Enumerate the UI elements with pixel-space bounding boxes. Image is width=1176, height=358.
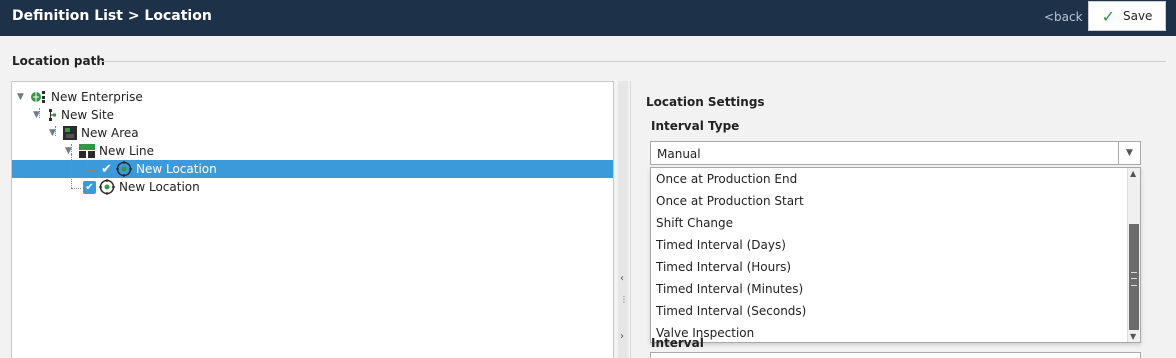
scrollbar-grip-icon [1131, 272, 1137, 286]
collapse-icon[interactable]: ▼ [49, 128, 59, 138]
dropdown-option[interactable]: Timed Interval (Hours) [656, 256, 791, 278]
tree-item-line[interactable]: ▼ New Line [65, 142, 154, 160]
tree-item-label: New Area [81, 126, 139, 140]
expand-right-icon[interactable]: › [620, 331, 624, 342]
location-icon [99, 179, 115, 195]
collapse-left-icon[interactable]: ‹ [620, 273, 624, 284]
tree-item-location[interactable]: ✔ New Location [83, 178, 200, 196]
scroll-down-icon[interactable]: ▼ [1130, 332, 1136, 341]
tree-item-label: New Site [61, 108, 115, 122]
dropdown-scrollbar[interactable]: ▲ ▼ [1127, 168, 1140, 342]
dropdown-option[interactable]: Timed Interval (Days) [656, 234, 786, 256]
dropdown-option[interactable]: Timed Interval (Minutes) [656, 278, 803, 300]
interval-type-select[interactable]: Manual ▼ [650, 141, 1141, 165]
dropdown-option[interactable]: Shift Change [656, 212, 733, 234]
scroll-up-icon[interactable]: ▲ [1130, 169, 1136, 178]
collapse-icon[interactable]: ▼ [33, 110, 43, 120]
tree-item-enterprise[interactable]: ▼ New Enterprise [17, 88, 143, 106]
tree-item-location-selected[interactable]: ✔ New Location [100, 160, 217, 178]
interval-label: Interval [651, 336, 704, 350]
splitter-grip-icon: ⋮ [620, 295, 628, 304]
checkbox-checked-icon[interactable]: ✔ [100, 163, 113, 176]
back-link[interactable]: <back [1044, 10, 1083, 24]
save-button[interactable]: ✓ Save [1088, 1, 1166, 31]
checkmark-icon: ✓ [1101, 6, 1115, 26]
panel-splitter[interactable]: ‹ ⋮ › [618, 81, 628, 358]
line-icon [79, 144, 95, 158]
tree-item-site[interactable]: ▼ New Site [33, 106, 114, 124]
tree-item-label: New Location [136, 162, 217, 176]
location-settings-title: Location Settings [646, 95, 765, 109]
collapse-icon[interactable]: ▼ [65, 146, 75, 156]
section-divider [100, 61, 1166, 62]
interval-type-label: Interval Type [651, 119, 740, 133]
save-label: Save [1122, 9, 1153, 23]
page-title: Definition List > Location [12, 8, 212, 24]
interval-input[interactable] [650, 352, 1141, 358]
enterprise-icon [31, 90, 47, 104]
tree-item-label: New Enterprise [51, 90, 143, 104]
site-icon [47, 108, 57, 122]
tree-item-area[interactable]: ▼ New Area [49, 124, 139, 142]
chevron-down-icon[interactable]: ▼ [1118, 142, 1140, 164]
checkbox-checked-icon[interactable]: ✔ [83, 180, 96, 194]
interval-type-value: Manual [657, 147, 701, 161]
location-path-title: Location path [12, 54, 105, 68]
dropdown-option[interactable]: Timed Interval (Seconds) [656, 300, 806, 322]
collapse-icon[interactable]: ▼ [17, 92, 27, 102]
location-tree: ▼ New Enterprise ▼ New Site ▼ New Area ▼… [11, 81, 614, 358]
location-icon [116, 161, 132, 177]
tree-item-label: New Line [99, 144, 154, 158]
area-icon [63, 126, 77, 140]
interval-type-dropdown: Once at Production End Once at Productio… [650, 167, 1141, 343]
dropdown-option[interactable]: Once at Production Start [656, 190, 804, 212]
header-bar: Definition List > Location <back ✓ Save [0, 0, 1176, 36]
dropdown-option[interactable]: Once at Production End [656, 168, 797, 190]
tree-item-label: New Location [119, 180, 200, 194]
